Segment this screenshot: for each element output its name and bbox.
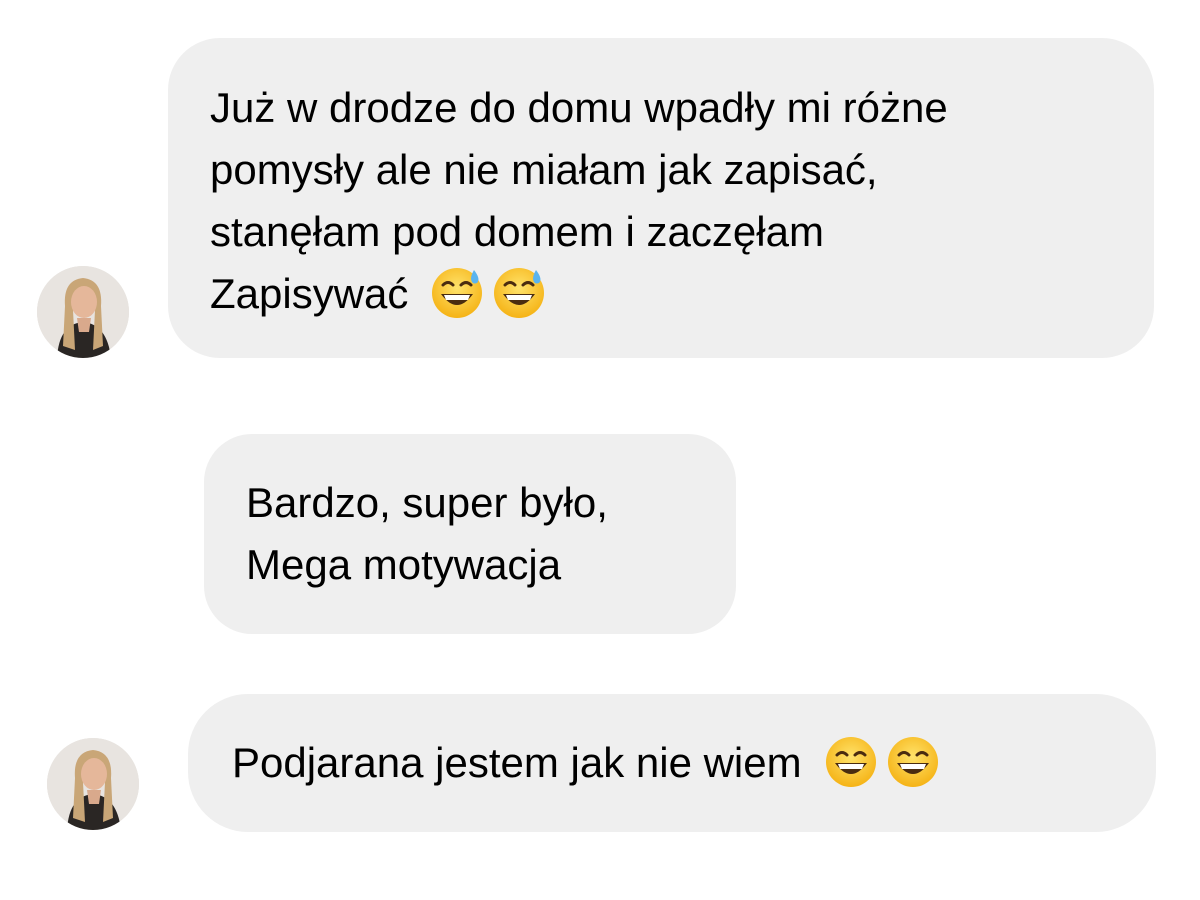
message-text-line: Zapisywać — [210, 263, 1154, 325]
message-text-line: Już w drodze do domu wpadły mi różne — [210, 84, 948, 131]
sender-avatar[interactable] — [37, 266, 129, 358]
message-text-line: Bardzo, super było, — [246, 479, 608, 526]
message-text-line: Podjarana jestem jak nie wiem — [232, 732, 1156, 794]
message-text: Podjarana jestem jak nie wiem — [232, 739, 802, 786]
grinning-sweat-emoji-icon — [430, 266, 484, 320]
chat-thread: Już w drodze do domu wpadły mi różne pom… — [0, 0, 1200, 900]
message-text-line: pomysły ale nie miałam jak zapisać, — [210, 146, 878, 193]
message-text-line: Mega motywacja — [246, 541, 562, 588]
message-text-line: stanęłam pod domem i zaczęłam — [210, 208, 824, 255]
grinning-emoji-icon — [824, 735, 878, 789]
grinning-emoji-icon — [886, 735, 940, 789]
message-bubble-incoming[interactable]: Bardzo, super było, Mega motywacja — [204, 434, 736, 634]
message-text: Zapisywać — [210, 270, 409, 317]
grinning-sweat-emoji-icon — [492, 266, 546, 320]
sender-avatar[interactable] — [47, 738, 139, 830]
message-bubble-incoming[interactable]: Podjarana jestem jak nie wiem — [188, 694, 1156, 832]
message-bubble-incoming[interactable]: Już w drodze do domu wpadły mi różne pom… — [168, 38, 1154, 358]
